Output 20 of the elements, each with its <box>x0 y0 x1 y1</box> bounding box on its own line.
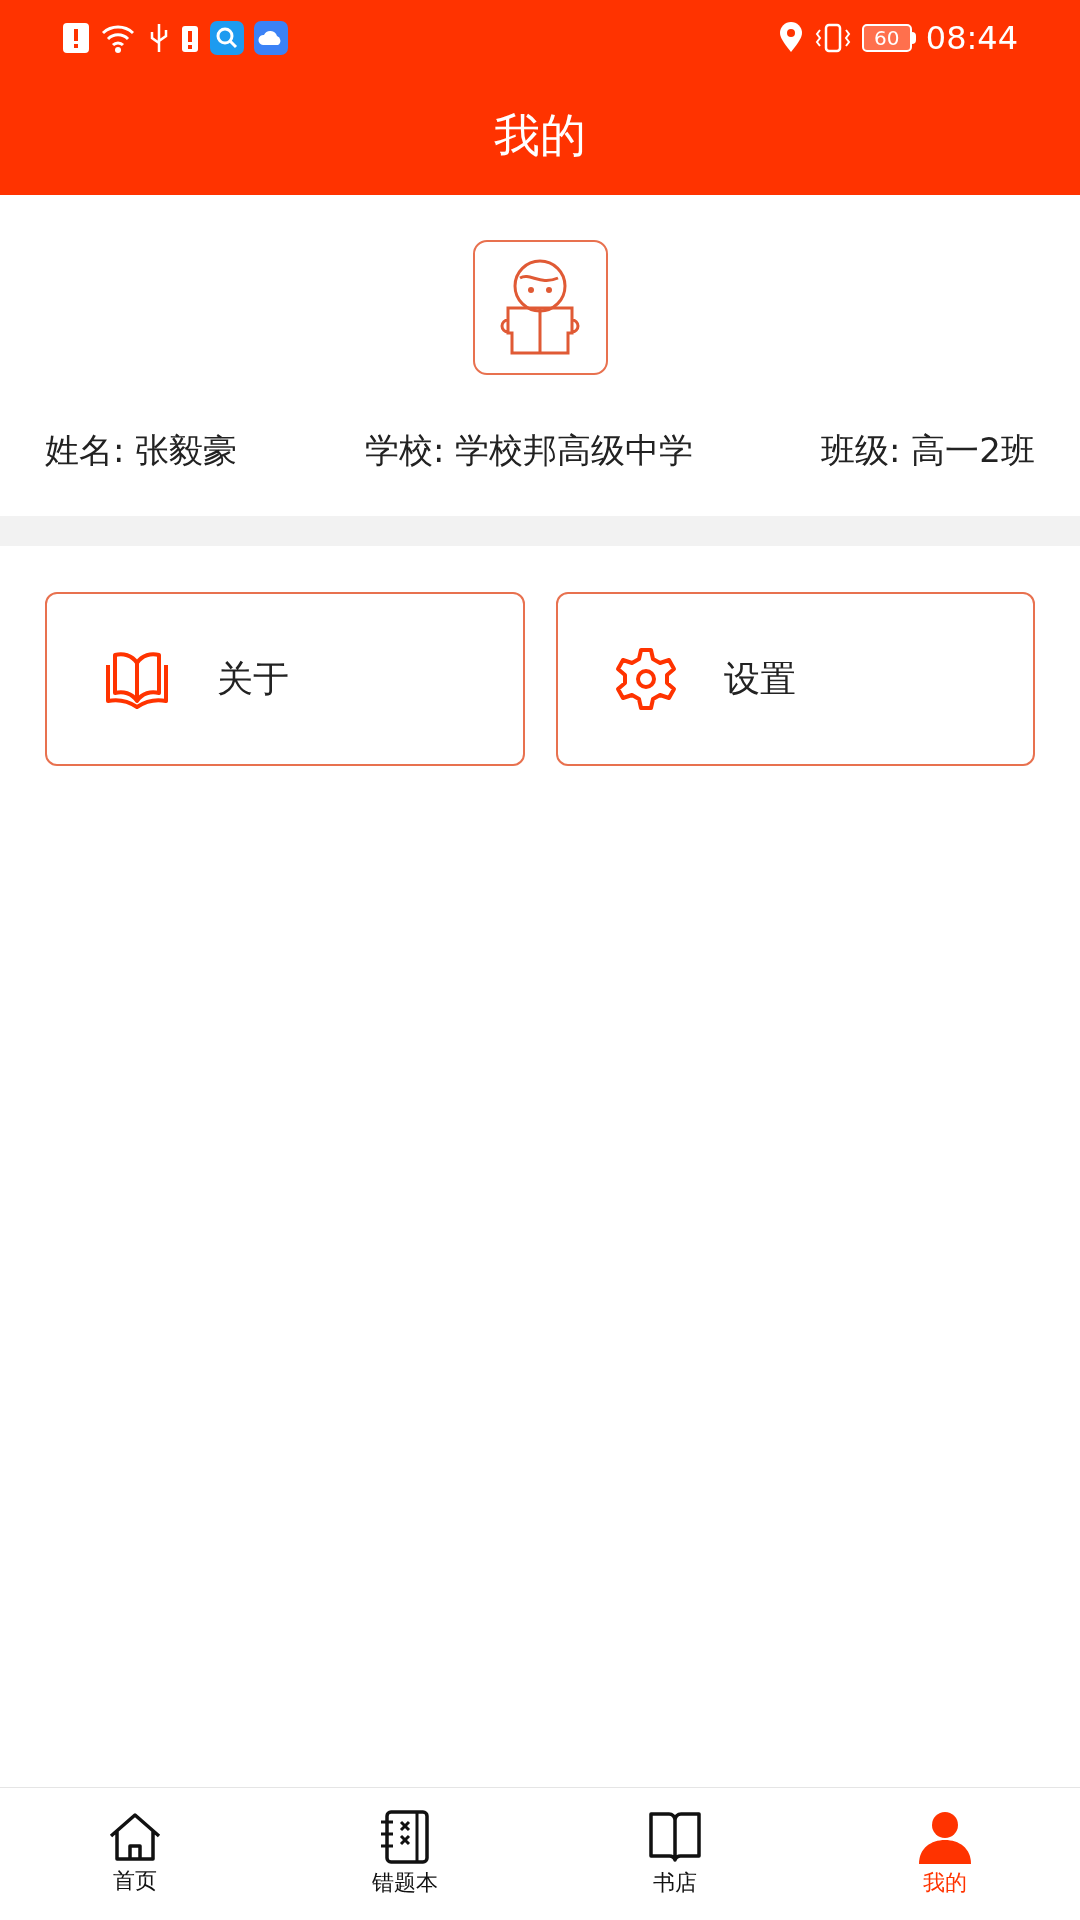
usb-icon <box>148 21 170 54</box>
home-icon <box>107 1811 163 1862</box>
person-icon <box>917 1809 973 1864</box>
nav-tab[interactable]: 首页 <box>0 1788 270 1920</box>
book-icon <box>647 1809 703 1864</box>
page-title: 我的 <box>494 106 586 164</box>
nav-tab[interactable]: 我的 <box>810 1788 1080 1920</box>
profile-field: 姓名: 张毅豪 <box>45 425 238 476</box>
vibrate-icon <box>813 21 852 54</box>
cloud-app-icon <box>254 20 288 55</box>
profile-field: 班级: 高一2班 <box>821 425 1035 476</box>
about-button[interactable]: 关于 <box>45 592 525 766</box>
search-app-icon <box>210 20 244 55</box>
nav-tab[interactable]: 书店 <box>540 1788 810 1920</box>
profile-field: 学校: 学校邦高级中学 <box>365 425 694 476</box>
clock-time: 08:44 <box>925 17 1018 59</box>
alert-icon <box>62 21 90 54</box>
nav-tab[interactable]: 错题本 <box>270 1788 540 1920</box>
location-icon <box>777 21 804 54</box>
settings-button[interactable]: 设置 <box>555 592 1035 766</box>
